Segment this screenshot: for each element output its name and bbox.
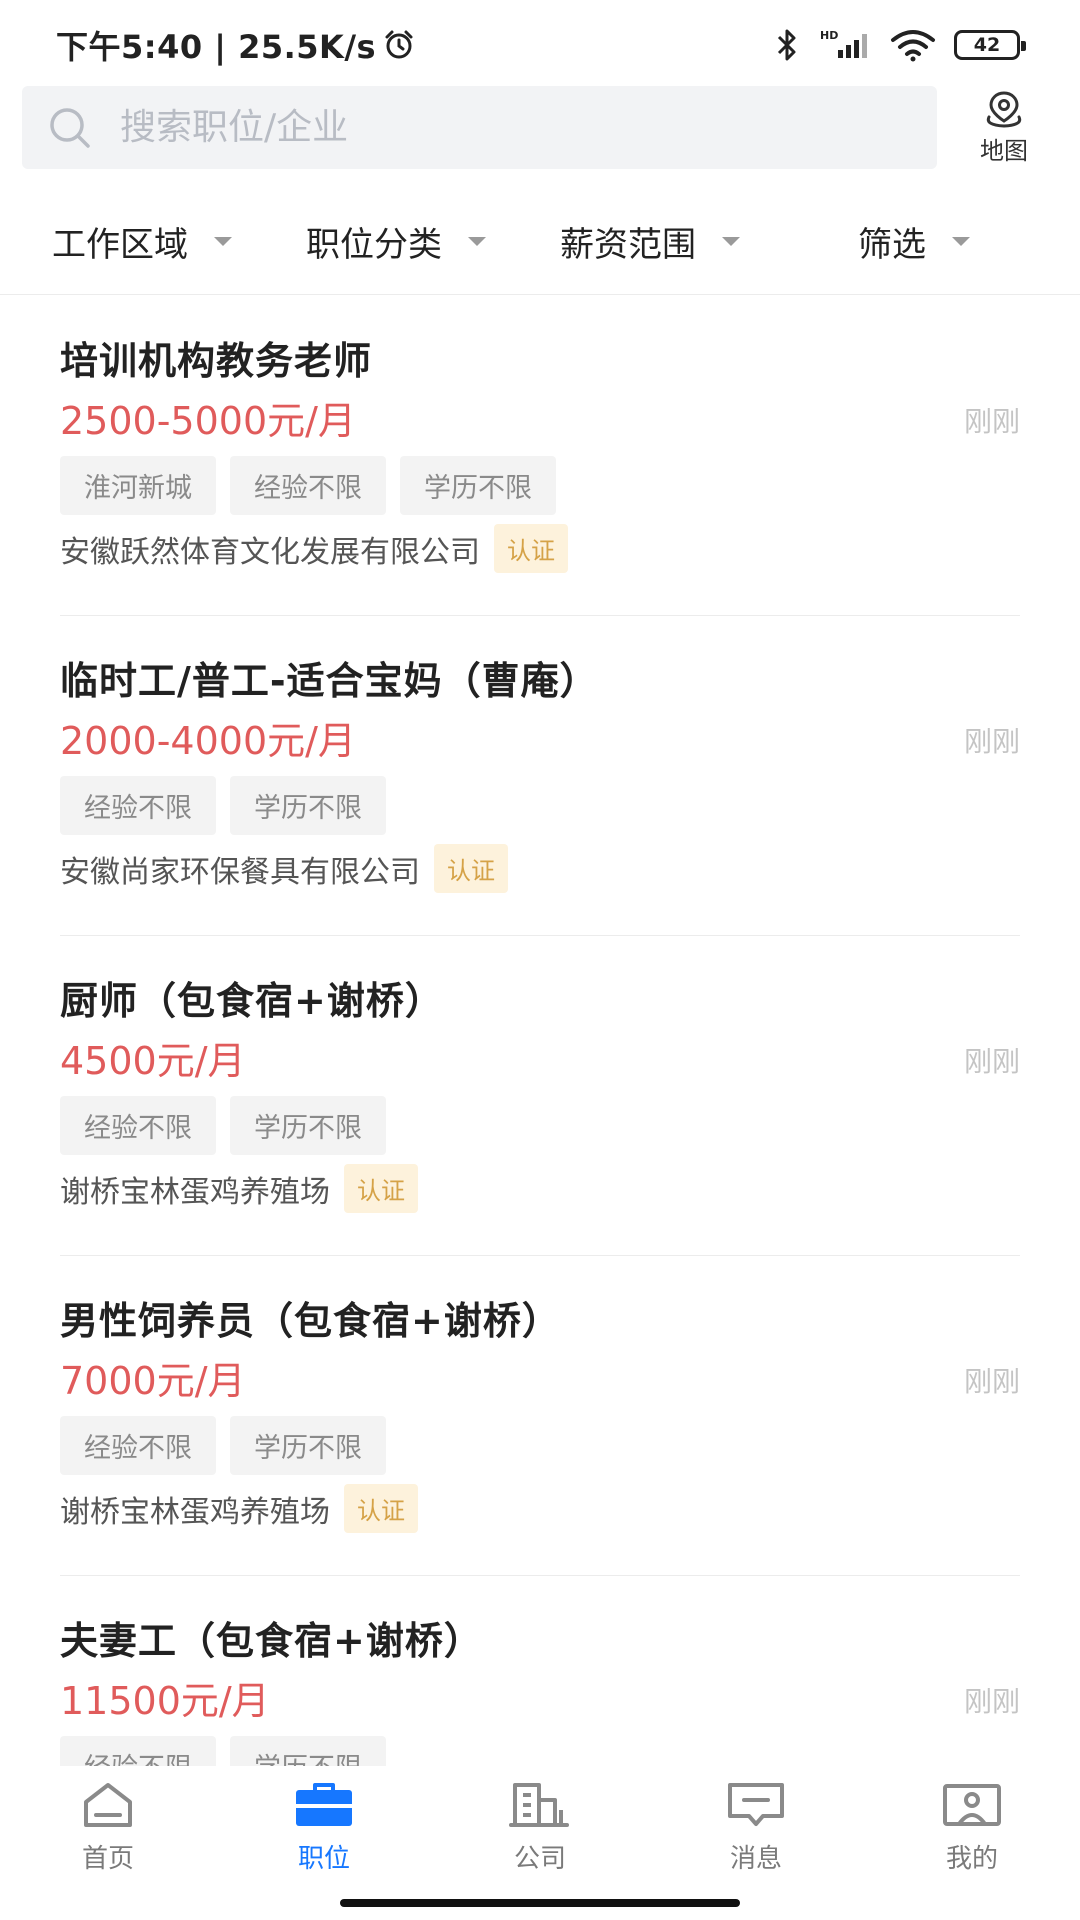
certified-badge: 认证 xyxy=(344,1484,418,1533)
building-icon xyxy=(509,1783,569,1827)
job-title: 厨师（包食宿+谢桥） xyxy=(60,979,444,1023)
job-list: 培训机构教务老师 2500-5000元/月 刚刚 淮河新城 经验不限 学历不限 … xyxy=(0,296,1080,1766)
job-tag: 经验不限 xyxy=(60,1736,216,1766)
job-tag: 经验不限 xyxy=(60,1416,216,1475)
company-name: 安徽尚家环保餐具有限公司 xyxy=(60,854,420,890)
job-tag: 学历不限 xyxy=(230,776,386,835)
bottom-tab-bar: 首页 职位 公司 消息 我的 xyxy=(0,1766,1080,1886)
caret-down-icon xyxy=(722,237,740,246)
tab-label: 首页 xyxy=(81,1844,134,1874)
job-tag: 学历不限 xyxy=(230,1096,386,1155)
job-tag: 经验不限 xyxy=(230,456,386,515)
job-title: 夫妻工（包食宿+谢桥） xyxy=(60,1619,483,1663)
search-box[interactable] xyxy=(22,86,937,169)
job-tag: 经验不限 xyxy=(60,776,216,835)
job-title: 男性饲养员（包食宿+谢桥） xyxy=(60,1299,561,1343)
job-tag: 淮河新城 xyxy=(60,456,216,515)
briefcase-icon xyxy=(296,1783,352,1826)
tab-jobs[interactable]: 职位 xyxy=(216,1766,432,1886)
battery-indicator: 42 xyxy=(954,30,1026,60)
status-bar: 下午5:40 | 25.5K/s HD 42 xyxy=(0,0,1080,90)
filter-work-area[interactable]: 工作区域 xyxy=(52,217,232,266)
tab-label: 公司 xyxy=(513,1844,566,1874)
search-icon xyxy=(50,107,90,148)
job-card[interactable]: 培训机构教务老师 2500-5000元/月 刚刚 淮河新城 经验不限 学历不限 … xyxy=(60,296,1020,616)
certified-badge: 认证 xyxy=(494,524,568,573)
status-left: 下午5:40 | 25.5K/s xyxy=(56,22,416,68)
job-tags: 淮河新城 经验不限 学历不限 xyxy=(60,456,556,515)
job-tag: 学历不限 xyxy=(230,1416,386,1475)
filter-label: 薪资范围 xyxy=(560,225,696,265)
job-tags: 经验不限 学历不限 xyxy=(60,1736,386,1766)
job-tags: 经验不限 学历不限 xyxy=(60,1096,386,1155)
job-company: 谢桥宝林蛋鸡养殖场 认证 xyxy=(60,1484,418,1533)
home-icon xyxy=(84,1783,132,1827)
job-title: 临时工/普工-适合宝妈（曹庵） xyxy=(60,659,599,703)
company-name: 安徽跃然体育文化发展有限公司 xyxy=(60,534,480,570)
wifi-icon xyxy=(891,30,935,62)
job-salary: 4500元/月 xyxy=(60,1039,246,1083)
job-salary: 11500元/月 xyxy=(60,1679,270,1723)
filter-label: 工作区域 xyxy=(52,225,188,265)
search-input[interactable] xyxy=(120,107,900,148)
company-name: 谢桥宝林蛋鸡养殖场 xyxy=(60,1494,330,1530)
job-card[interactable]: 男性饲养员（包食宿+谢桥） 7000元/月 刚刚 经验不限 学历不限 谢桥宝林蛋… xyxy=(60,1256,1020,1576)
tab-label: 消息 xyxy=(729,1844,782,1874)
job-post-time: 刚刚 xyxy=(963,725,1020,758)
filter-label: 筛选 xyxy=(858,225,926,265)
job-salary: 2000-4000元/月 xyxy=(60,719,356,763)
tab-profile[interactable]: 我的 xyxy=(864,1766,1080,1886)
job-company: 安徽跃然体育文化发展有限公司 认证 xyxy=(60,524,568,573)
job-company: 安徽尚家环保餐具有限公司 认证 xyxy=(60,844,508,893)
job-post-time: 刚刚 xyxy=(963,1365,1020,1398)
job-post-time: 刚刚 xyxy=(963,1045,1020,1078)
job-card[interactable]: 临时工/普工-适合宝妈（曹庵） 2000-4000元/月 刚刚 经验不限 学历不… xyxy=(60,616,1020,936)
filter-more[interactable]: 筛选 xyxy=(858,217,970,266)
filter-label: 职位分类 xyxy=(306,225,442,265)
job-salary: 7000元/月 xyxy=(60,1359,246,1403)
job-tag: 学历不限 xyxy=(400,456,556,515)
tab-label: 职位 xyxy=(297,1844,350,1874)
company-name: 谢桥宝林蛋鸡养殖场 xyxy=(60,1174,330,1210)
job-card[interactable]: 厨师（包食宿+谢桥） 4500元/月 刚刚 经验不限 学历不限 谢桥宝林蛋鸡养殖… xyxy=(60,936,1020,1256)
map-button[interactable]: 地图 xyxy=(949,85,1059,170)
certified-badge: 认证 xyxy=(434,844,508,893)
certified-badge: 认证 xyxy=(344,1164,418,1213)
status-time-speed: 下午5:40 | 25.5K/s xyxy=(56,28,377,66)
job-post-time: 刚刚 xyxy=(963,1685,1020,1718)
job-title: 培训机构教务老师 xyxy=(60,339,373,383)
caret-down-icon xyxy=(468,237,486,246)
profile-icon xyxy=(943,1784,1001,1826)
job-tags: 经验不限 学历不限 xyxy=(60,1416,386,1475)
job-salary: 2500-5000元/月 xyxy=(60,399,356,443)
map-label: 地图 xyxy=(980,137,1028,165)
filter-bar: 工作区域 职位分类 薪资范围 筛选 xyxy=(0,195,1080,295)
svg-text:HD: HD xyxy=(820,29,838,42)
job-post-time: 刚刚 xyxy=(963,405,1020,438)
bluetooth-icon xyxy=(777,29,796,61)
filter-job-category[interactable]: 职位分类 xyxy=(306,217,486,266)
tab-companies[interactable]: 公司 xyxy=(432,1766,648,1886)
job-tag: 经验不限 xyxy=(60,1096,216,1155)
search-row: 地图 xyxy=(22,85,1062,170)
job-tag: 学历不限 xyxy=(230,1736,386,1766)
tab-messages[interactable]: 消息 xyxy=(648,1766,864,1886)
job-tags: 经验不限 学历不限 xyxy=(60,776,386,835)
job-list-screen: 下午5:40 | 25.5K/s HD 42 搜索职位/企业 地图 工作区域 职… xyxy=(0,0,1080,1920)
tab-label: 我的 xyxy=(945,1844,998,1874)
map-pin-icon xyxy=(986,91,1022,128)
job-company: 谢桥宝林蛋鸡养殖场 认证 xyxy=(60,1164,418,1213)
caret-down-icon xyxy=(952,237,970,246)
alarm-icon xyxy=(385,30,413,59)
filter-salary-range[interactable]: 薪资范围 xyxy=(560,217,740,266)
signal-icon: HD xyxy=(820,29,867,58)
home-indicator xyxy=(340,1899,740,1907)
message-icon xyxy=(728,1783,784,1826)
caret-down-icon xyxy=(214,237,232,246)
status-right: HD 42 xyxy=(772,28,1026,62)
tab-home[interactable]: 首页 xyxy=(0,1766,216,1886)
battery-level: 42 xyxy=(973,34,1001,56)
job-card[interactable]: 夫妻工（包食宿+谢桥） 11500元/月 刚刚 经验不限 学历不限 xyxy=(60,1576,1020,1766)
